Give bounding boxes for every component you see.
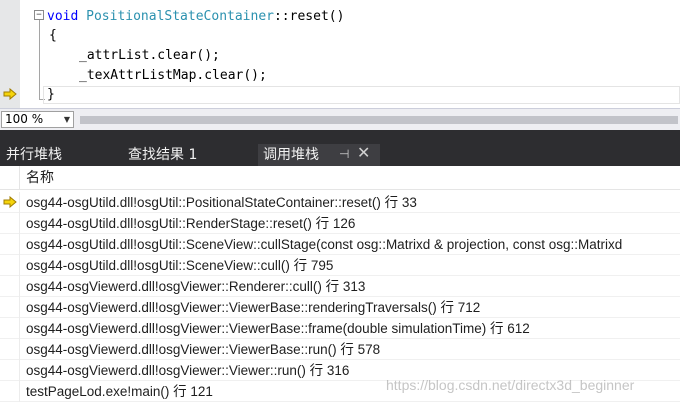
row-gutter [0,213,20,234]
call-stack-row[interactable]: osg44-osgUtild.dll!osgUtil::SceneView::c… [0,255,680,276]
code-line-5: } [47,87,55,102]
close-icon[interactable]: ✕ [357,143,370,162]
stack-frame-name: osg44-osgViewerd.dll!osgViewer::ViewerBa… [26,300,481,315]
editor-status-bar: 100 % ▼ [0,108,680,130]
code-line-1: void PositionalStateContainer::reset() [47,8,344,26]
class-name: PositionalStateContainer [86,9,274,24]
row-gutter [0,276,20,297]
call-stack-row[interactable]: osg44-osgViewerd.dll!osgViewer::Renderer… [0,276,680,297]
keyword-void: void [47,9,79,24]
chevron-down-icon[interactable]: ▼ [64,112,70,127]
tab-find-results-1[interactable]: 查找结果 1 [126,144,199,166]
stack-frame-name: osg44-osgUtild.dll!osgUtil::RenderStage:… [26,216,356,231]
call-stack-grid[interactable]: 名称 osg44-osgUtild.dll!osgUtil::Positiona… [0,166,680,404]
column-header-name[interactable]: 名称 [26,166,54,190]
method-signature: ::reset() [273,9,345,24]
row-gutter [0,234,20,255]
row-gutter [0,318,20,339]
call-stack-row[interactable]: osg44-osgViewerd.dll!osgViewer::ViewerBa… [0,297,680,318]
current-line-highlight [43,86,680,104]
pin-icon[interactable]: ⊣ [339,147,349,161]
stack-frame-name: osg44-osgUtild.dll!osgUtil::PositionalSt… [26,195,417,210]
zoom-dropdown[interactable]: 100 % ▼ [1,111,74,128]
header-gutter [0,166,20,190]
stack-frame-name: osg44-osgUtild.dll!osgUtil::SceneView::c… [26,258,334,273]
code-line-4: _texAttrListMap.clear(); [79,68,267,83]
zoom-value: 100 % [5,112,44,126]
scrollbar-thumb[interactable] [80,116,678,124]
code-line-3: _attrList.clear(); [79,48,220,63]
current-frame-arrow-icon [3,196,17,208]
code-editor[interactable]: − void PositionalStateContainer::reset()… [0,0,680,108]
tab-parallel-stacks[interactable]: 并行堆栈 [4,144,64,166]
collapse-toggle[interactable]: − [34,10,44,20]
outline-guide [39,20,40,100]
call-stack-row[interactable]: osg44-osgViewerd.dll!osgViewer::ViewerBa… [0,339,680,360]
stack-frame-name: osg44-osgViewerd.dll!osgViewer::Renderer… [26,279,366,294]
stack-frame-name: osg44-osgUtild.dll!osgUtil::SceneView::c… [26,237,623,252]
watermark: https://blog.csdn.net/directx3d_beginner [386,377,635,393]
code-line-2: { [49,28,57,43]
call-stack-row[interactable]: osg44-osgUtild.dll!osgUtil::SceneView::c… [0,234,680,255]
row-gutter [0,255,20,276]
call-stack-row[interactable]: osg44-osgUtild.dll!osgUtil::RenderStage:… [0,213,680,234]
call-stack-row[interactable]: osg44-osgViewerd.dll!osgViewer::ViewerBa… [0,318,680,339]
stack-frame-name: osg44-osgViewerd.dll!osgViewer::ViewerBa… [26,321,530,336]
call-stack-row[interactable]: osg44-osgUtild.dll!osgUtil::PositionalSt… [0,192,680,213]
stack-frame-name: osg44-osgViewerd.dll!osgViewer::Viewer::… [26,363,350,378]
row-gutter [0,339,20,360]
row-gutter [0,381,20,402]
stack-frame-name: osg44-osgViewerd.dll!osgViewer::ViewerBa… [26,342,381,357]
grid-header: 名称 [0,166,680,190]
row-gutter [0,360,20,381]
stack-frame-name: testPageLod.exe!main() 行 121 [26,384,213,399]
execution-pointer-arrow-icon [3,88,17,100]
horizontal-scrollbar[interactable] [78,115,680,125]
tab-call-stack-label: 调用堆栈 [263,147,319,163]
row-gutter [0,297,20,318]
